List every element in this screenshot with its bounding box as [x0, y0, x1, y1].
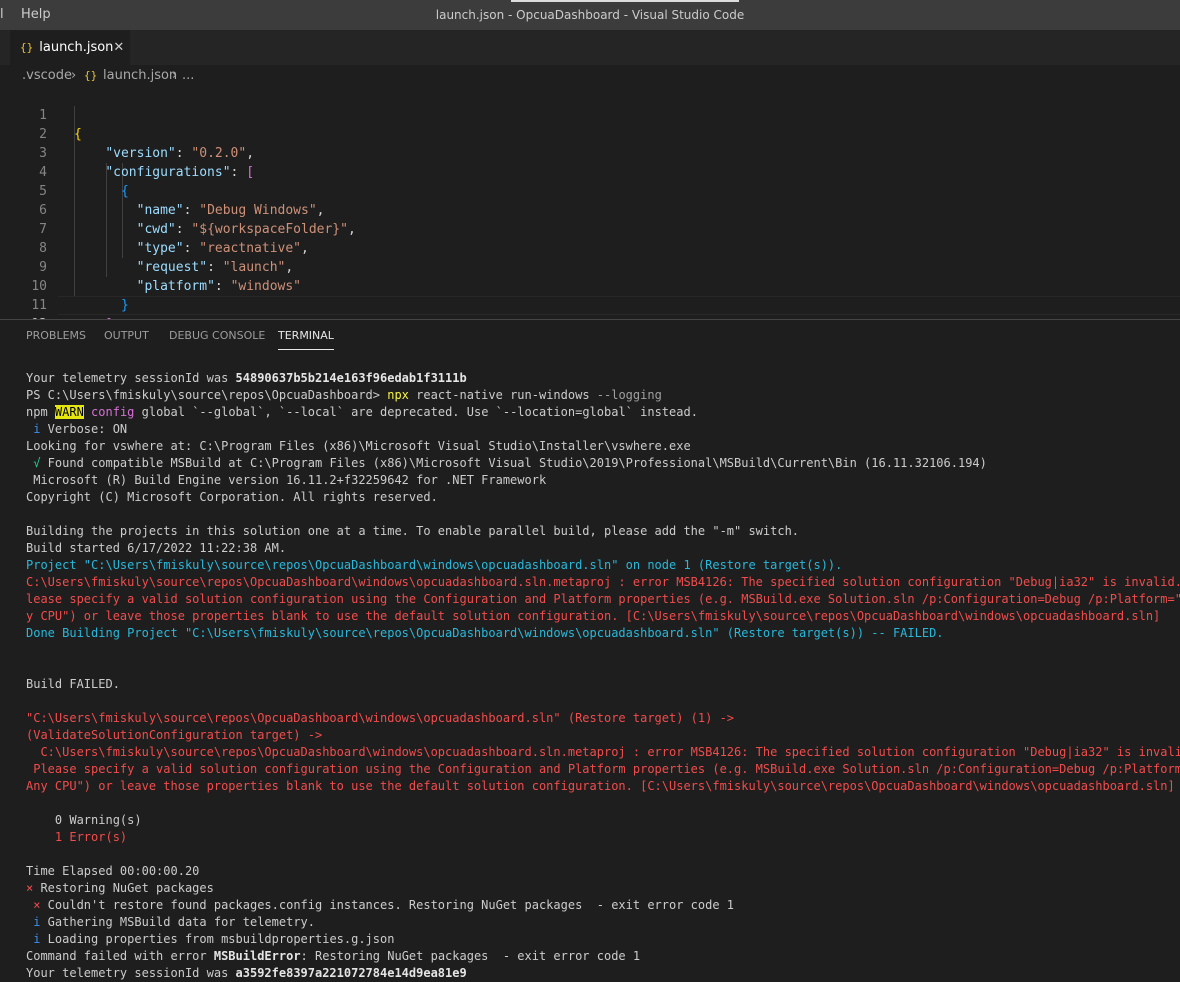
terminal-line: × Restoring NuGet packages [26, 881, 214, 895]
tab-launch-json[interactable]: {} launch.json ✕ [10, 30, 130, 65]
terminal-error-line: C:\Users\fmiskuly\source\repos\OpcuaDash… [26, 745, 1180, 759]
terminal-line: Done Building Project "C:\Users\fmiskuly… [26, 626, 944, 640]
terminal-line: Your telemetry sessionId was 54890637b5b… [26, 371, 467, 385]
terminal-line: Build started 6/17/2022 11:22:38 AM. [26, 541, 287, 555]
window-title: launch.json - OpcuaDashboard - Visual St… [435, 8, 745, 22]
terminal-line: Building the projects in this solution o… [26, 524, 800, 538]
terminal-line: Your telemetry sessionId was a3592fe8397… [26, 966, 467, 980]
terminal-line: Build FAILED. [26, 677, 120, 691]
tab-problems[interactable]: PROBLEMS [26, 320, 86, 352]
info-icon: i [26, 422, 41, 436]
terminal-line: i Gathering MSBuild data for telemetry. [26, 915, 315, 929]
terminal-error-line: Any CPU") or leave those properties blan… [26, 779, 1175, 793]
terminal-line: 0 Warning(s) [26, 813, 142, 827]
terminal-output[interactable]: Your telemetry sessionId was 54890637b5b… [26, 370, 1180, 982]
terminal-line: Time Elapsed 00:00:00.20 [26, 864, 200, 878]
terminal-error-line: "C:\Users\fmiskuly\source\repos\OpcuaDas… [26, 711, 735, 725]
terminal-line: × Couldn't restore found packages.config… [26, 898, 735, 912]
chevron-right-icon: › [172, 68, 178, 83]
terminal-line: PS C:\Users\fmiskuly\source\repos\OpcuaD… [26, 388, 662, 402]
code-editor[interactable]: 1 { 2 "version": "0.2.0", 3 "configurati… [0, 87, 1180, 352]
tab-label: launch.json [39, 40, 114, 55]
breadcrumb: .vscode › {} launch.json › ... [0, 65, 1180, 87]
tab-debug-console[interactable]: DEBUG CONSOLE [169, 320, 265, 352]
terminal-line: Microsoft (R) Build Engine version 16.11… [26, 473, 547, 487]
panel-tab-bar: PROBLEMS OUTPUT DEBUG CONSOLE TERMINAL [0, 320, 1180, 352]
tab-output[interactable]: OUTPUT [104, 320, 149, 352]
terminal-line: npm WARN config global `--global`, `--lo… [26, 405, 698, 419]
json-file-icon: {} [84, 69, 98, 82]
terminal-error-line: 1 Error(s) [26, 830, 128, 844]
terminal-line: Looking for vswhere at: C:\Program Files… [26, 439, 691, 453]
chevron-right-icon: › [71, 68, 77, 83]
terminal-error-line: (ValidateSolutionConfiguration target) -… [26, 728, 323, 742]
terminal-line: √ Found compatible MSBuild at C:\Program… [26, 456, 987, 470]
check-icon: √ [26, 456, 41, 470]
terminal-error-line: y CPU") or leave those properties blank … [26, 609, 1161, 623]
terminal-line: i Verbose: ON [26, 422, 128, 436]
breadcrumb-file[interactable]: launch.json [103, 65, 177, 87]
title-bar: l Help launch.json - OpcuaDashboard - Vi… [0, 0, 1180, 30]
terminal-error-line: Please specify a valid solution configur… [26, 762, 1180, 776]
info-icon: i [26, 915, 41, 929]
tab-terminal[interactable]: TERMINAL [278, 320, 334, 350]
terminal-line: Project "C:\Users\fmiskuly\source\repos\… [26, 558, 843, 572]
terminal-error-line: lease specify a valid solution configura… [26, 592, 1180, 606]
terminal-line: Command failed with error MSBuildError: … [26, 949, 641, 963]
close-icon[interactable]: ✕ [113, 40, 124, 55]
json-file-icon: {} [20, 41, 34, 54]
editor-tab-bar: {} launch.json ✕ [0, 30, 1180, 65]
breadcrumb-more[interactable]: ... [182, 65, 194, 87]
terminal-line: Copyright (C) Microsoft Corporation. All… [26, 490, 438, 504]
info-icon: i [26, 932, 41, 946]
terminal-error-line: C:\Users\fmiskuly\source\repos\OpcuaDash… [26, 575, 1180, 589]
breadcrumb-folder[interactable]: .vscode [22, 65, 72, 87]
error-icon: × [26, 898, 41, 912]
terminal-line: i Loading properties from msbuildpropert… [26, 932, 395, 946]
